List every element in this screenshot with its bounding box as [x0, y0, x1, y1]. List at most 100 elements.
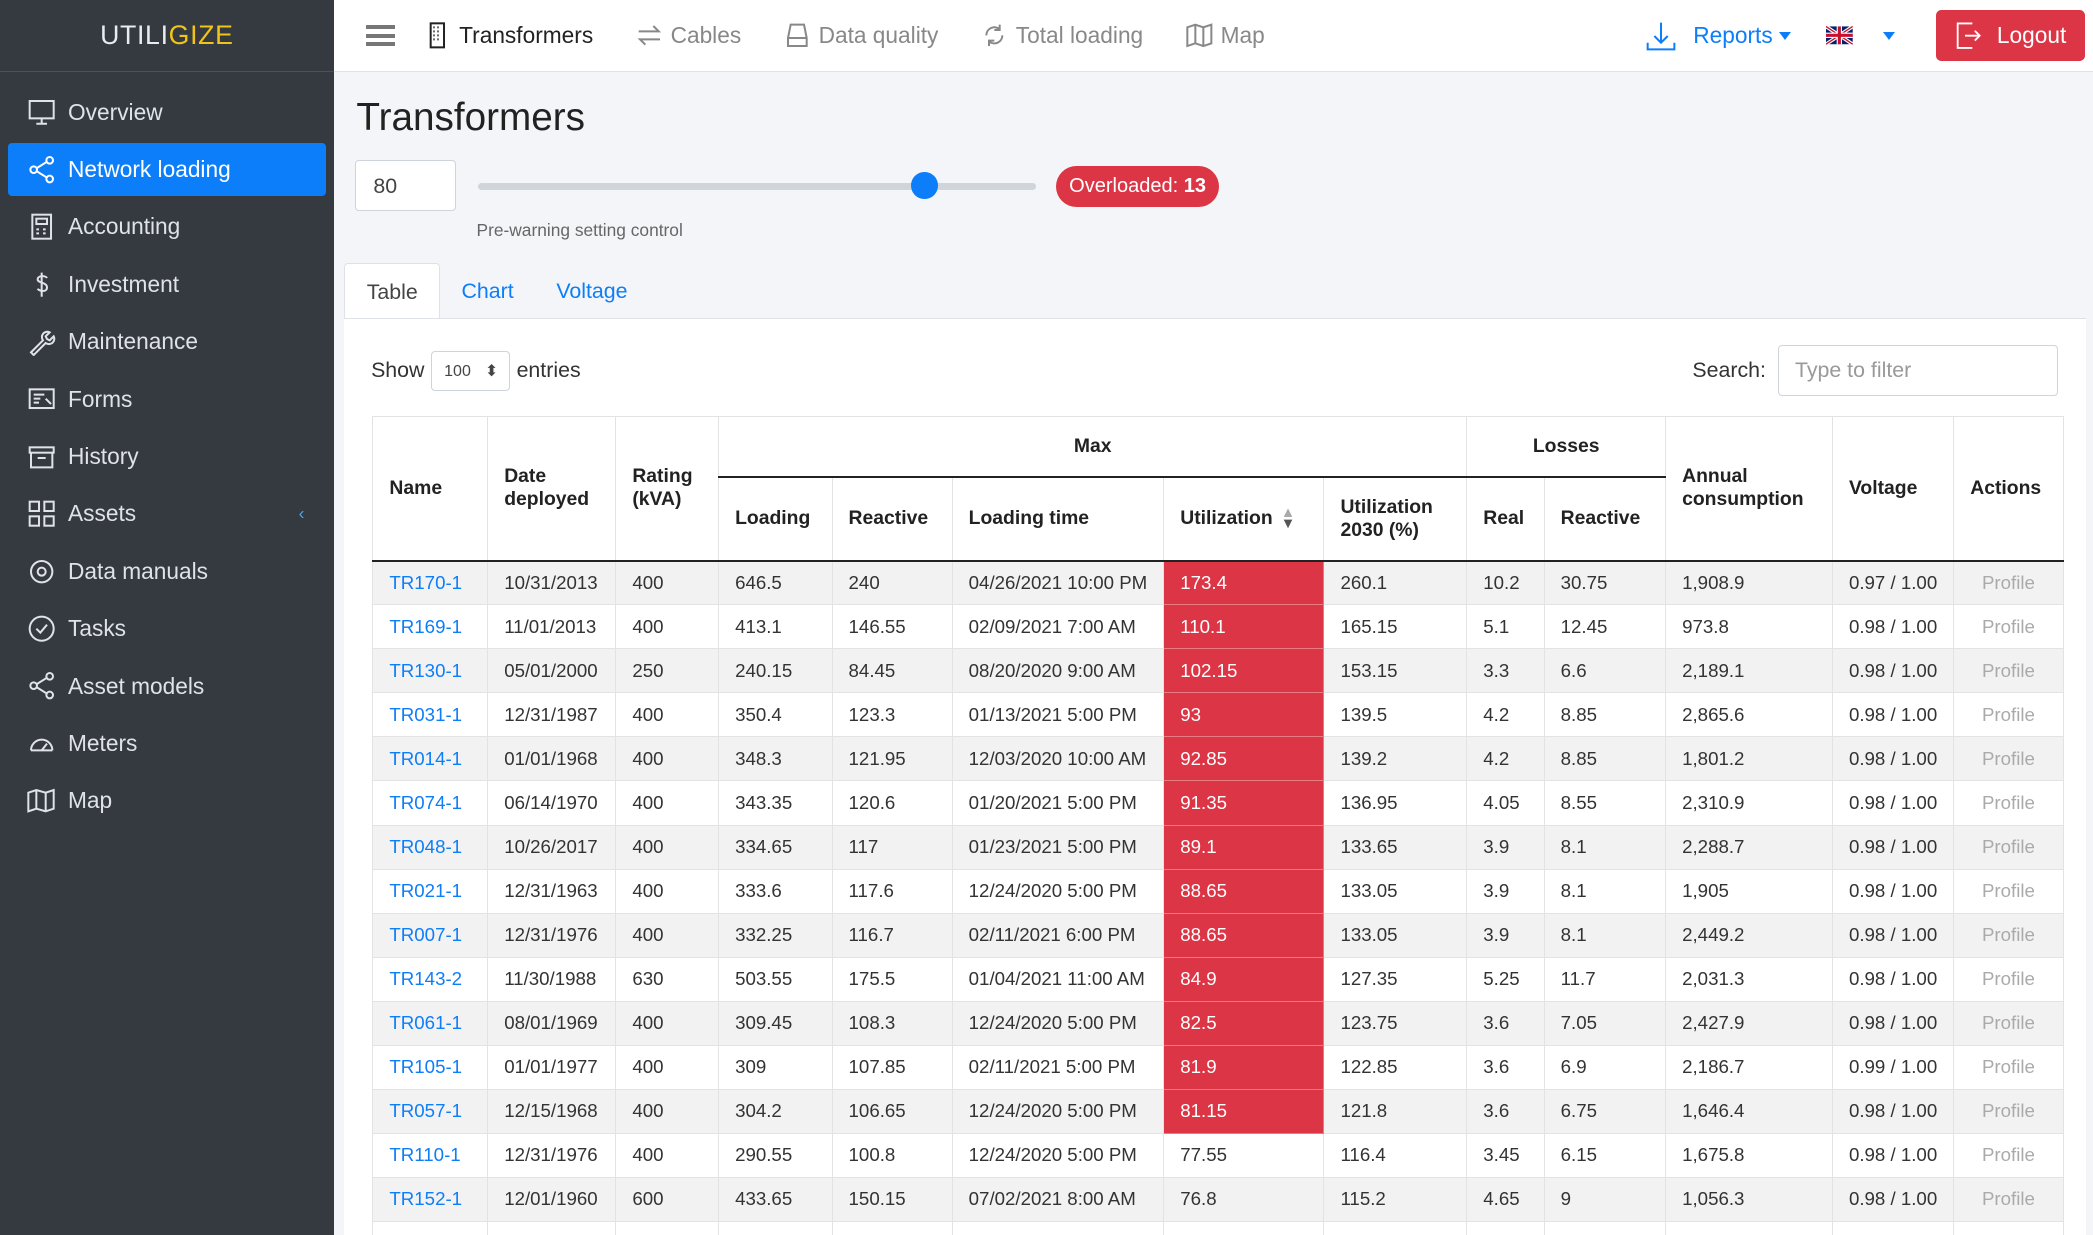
profile-link[interactable]: Profile: [1953, 956, 2064, 1002]
cell-utilization-2030: 115.2: [1323, 1176, 1468, 1222]
profile-link[interactable]: Profile: [1953, 560, 2064, 606]
col-utilization-2030[interactable]: Utilization 2030 (%): [1323, 476, 1468, 562]
col-loading-time[interactable]: Loading time: [951, 476, 1165, 562]
cell-name[interactable]: TR170-1: [372, 560, 489, 606]
cell-name[interactable]: TR110-1: [372, 1132, 489, 1178]
cell-name[interactable]: TR021-1: [372, 868, 489, 914]
cell-name[interactable]: TR169-1: [372, 604, 489, 650]
profile-link[interactable]: Profile: [1953, 1044, 2064, 1090]
col-name[interactable]: Name: [372, 416, 489, 562]
cell-name[interactable]: TR048-1: [372, 824, 489, 870]
sidebar-item-investment[interactable]: Investment: [8, 258, 326, 311]
profile-link[interactable]: Profile: [1953, 1176, 2064, 1222]
cell-name[interactable]: TR014-1: [372, 736, 489, 782]
topnav-map[interactable]: Map: [1186, 22, 1265, 49]
sidebar-item-network-loading[interactable]: Network loading: [8, 142, 326, 197]
col-voltage[interactable]: Voltage: [1831, 416, 1955, 562]
cell-name[interactable]: [372, 1220, 489, 1235]
sidebar-item-asset-models[interactable]: Asset models: [8, 659, 326, 712]
sidebar-item-maintenance[interactable]: Maintenance: [8, 315, 326, 368]
uk-flag-icon: [1826, 26, 1853, 45]
threshold-slider[interactable]: [477, 172, 1036, 199]
topnav-total-loading[interactable]: Total loading: [981, 22, 1143, 49]
col-utilization[interactable]: Utilization ▲ ▼: [1163, 476, 1325, 562]
profile-link[interactable]: Profile: [1953, 1000, 2064, 1046]
cell-loading: [718, 1220, 833, 1235]
profile-link[interactable]: Profile: [1953, 912, 2064, 958]
topnav-transformers[interactable]: Transformers: [424, 22, 593, 49]
cell-reactive: [831, 1220, 953, 1235]
search-input[interactable]: [1777, 345, 2059, 397]
tab-chart[interactable]: Chart: [440, 263, 535, 319]
sidebar-item-history[interactable]: History: [8, 430, 326, 483]
profile-link[interactable]: Profile: [1953, 824, 2064, 870]
profile-link[interactable]: Profile: [1953, 780, 2064, 826]
profile-link[interactable]: Profile: [1953, 868, 2064, 914]
cell-voltage: 0.98 / 1.00: [1831, 1088, 1955, 1134]
col-losses-reactive[interactable]: Reactive: [1543, 476, 1667, 562]
profile-link[interactable]: Profile: [1953, 648, 2064, 694]
slider-handle[interactable]: [910, 172, 938, 199]
cell-loading: 309.45: [718, 1000, 833, 1046]
cell-name[interactable]: TR152-1: [372, 1176, 489, 1222]
profile-link[interactable]: [1953, 1220, 2064, 1235]
profile-link[interactable]: Profile: [1953, 1132, 2064, 1178]
cell-annual: 1,646.4: [1665, 1088, 1833, 1134]
logo[interactable]: UTILI GIZE: [0, 0, 334, 73]
cell-annual: 2,288.7: [1665, 824, 1833, 870]
col-date-deployed[interactable]: Date deployed: [487, 416, 617, 562]
cell-name[interactable]: TR143-2: [372, 956, 489, 1002]
profile-link[interactable]: Profile: [1953, 604, 2064, 650]
logout-button[interactable]: Logout: [1935, 10, 2085, 61]
cell-rating: 400: [615, 604, 720, 650]
col-loading[interactable]: Loading: [718, 476, 833, 562]
sidebar-item-label: Asset models: [68, 672, 205, 699]
col-losses-real[interactable]: Real: [1466, 476, 1545, 562]
sidebar-item-forms[interactable]: Forms: [8, 372, 326, 425]
col-annual-consumption[interactable]: Annual consumption: [1665, 416, 1833, 562]
cell-name[interactable]: TR007-1: [372, 912, 489, 958]
cell-name[interactable]: TR105-1: [372, 1044, 489, 1090]
profile-link[interactable]: Profile: [1953, 1088, 2064, 1134]
cell-annual: 1,801.2: [1665, 736, 1833, 782]
sidebar-item-accounting[interactable]: Accounting: [8, 200, 326, 253]
tab-table[interactable]: Table: [344, 262, 441, 319]
profile-link[interactable]: Profile: [1953, 692, 2064, 738]
sidebar-item-assets[interactable]: Assets ‹: [8, 487, 326, 540]
col-rating[interactable]: Rating (kVA): [615, 416, 720, 562]
cell-losses-real: 3.3: [1466, 648, 1545, 694]
cell-name[interactable]: TR057-1: [372, 1088, 489, 1134]
cell-voltage: 0.98 / 1.00: [1831, 912, 1955, 958]
cell-name[interactable]: TR074-1: [372, 780, 489, 826]
sidebar-item-tasks[interactable]: Tasks: [8, 602, 326, 655]
topnav-data-quality[interactable]: Data quality: [784, 22, 938, 49]
sidebar-item-meters[interactable]: Meters: [8, 717, 326, 770]
profile-link[interactable]: Profile: [1953, 736, 2064, 782]
reports-dropdown[interactable]: Reports: [1645, 20, 1792, 52]
sidebar-item-data-manuals[interactable]: Data manuals: [8, 545, 326, 598]
cell-loading-time: 02/11/2021 5:00 PM: [951, 1044, 1165, 1090]
cell-loading: 334.65: [718, 824, 833, 870]
threshold-input[interactable]: 80: [355, 160, 457, 211]
cell-annual: 2,449.2: [1665, 912, 1833, 958]
sidebar-item-overview[interactable]: Overview: [8, 85, 326, 138]
cell-name[interactable]: TR031-1: [372, 692, 489, 738]
hamburger-menu-icon[interactable]: [365, 24, 396, 47]
cell-loading-time: 12/24/2020 5:00 PM: [951, 868, 1165, 914]
sidebar-item-label: Map: [68, 787, 113, 814]
topnav-label: Cables: [670, 22, 742, 49]
language-dropdown[interactable]: [1826, 26, 1896, 45]
tab-voltage[interactable]: Voltage: [535, 263, 649, 319]
cell-name[interactable]: TR061-1: [372, 1000, 489, 1046]
cell-voltage: 0.97 / 1.00: [1831, 560, 1955, 606]
sidebar-item-map[interactable]: Map: [8, 774, 326, 827]
col-reactive[interactable]: Reactive: [831, 476, 953, 562]
topnav-cables[interactable]: Cables: [636, 22, 741, 49]
cell-annual: 2,865.6: [1665, 692, 1833, 738]
cell-losses-reactive: 12.45: [1543, 604, 1667, 650]
cell-name[interactable]: TR130-1: [372, 648, 489, 694]
chevron-left-icon[interactable]: ‹: [299, 503, 305, 524]
cell-voltage: 0.98 / 1.00: [1831, 648, 1955, 694]
cell-date: 12/31/1987: [487, 692, 617, 738]
entries-select[interactable]: 100: [431, 350, 510, 392]
